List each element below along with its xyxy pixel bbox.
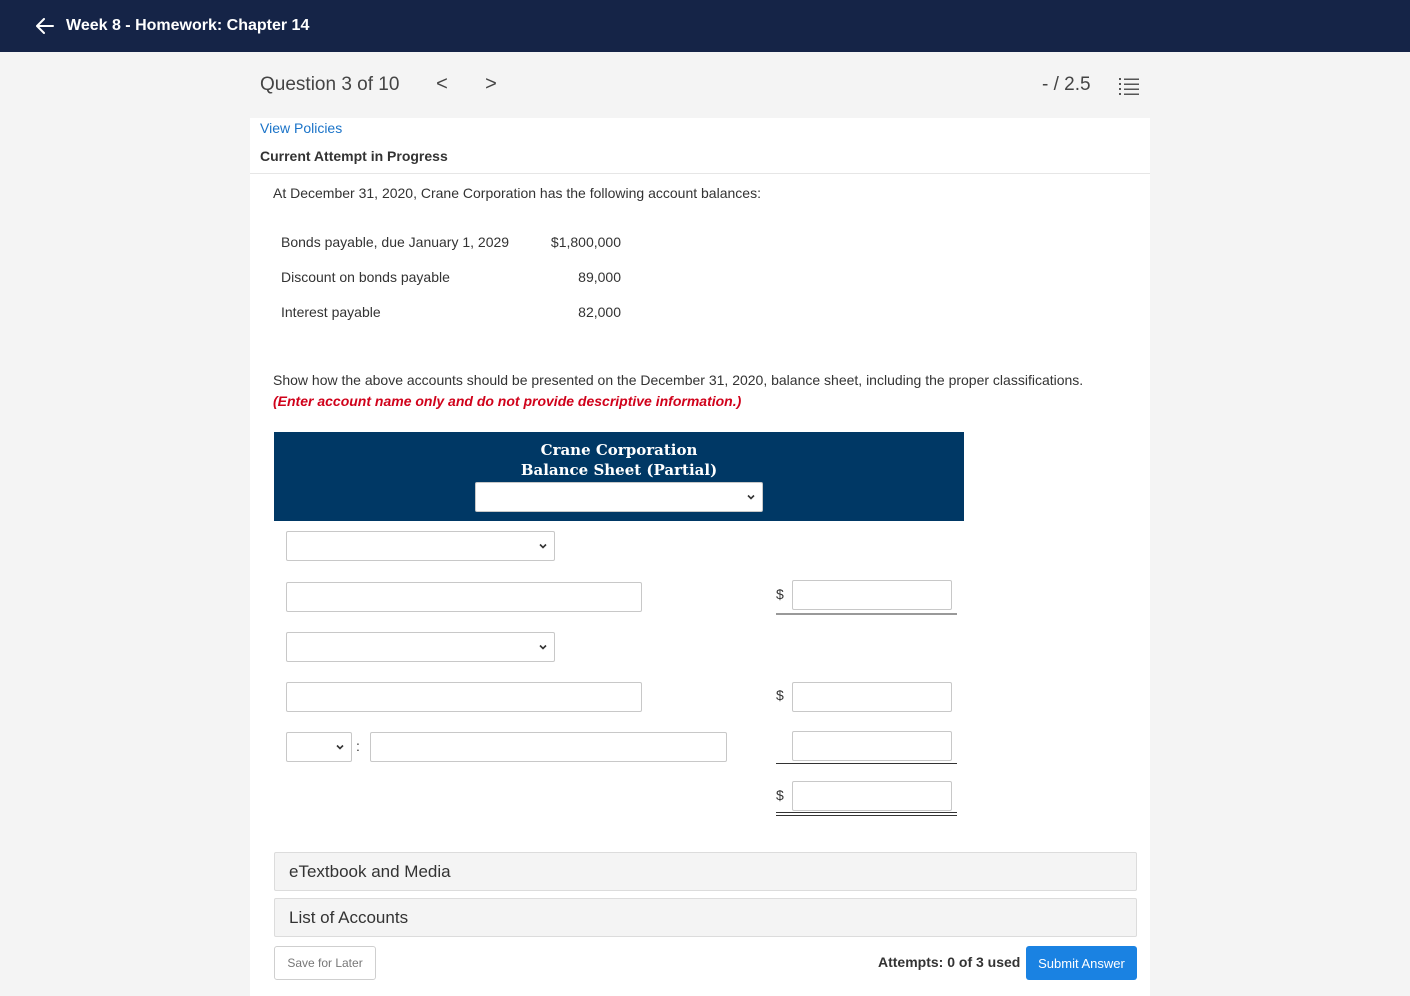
attempt-status: Current Attempt in Progress <box>260 148 448 164</box>
account-name-input[interactable] <box>286 682 642 712</box>
dollar-sign: $ <box>776 687 784 703</box>
chevron-down-icon <box>539 644 547 650</box>
account-name-input[interactable] <box>370 732 727 762</box>
list-of-accounts-panel[interactable]: List of Accounts <box>274 898 1137 937</box>
submit-answer-button[interactable]: Submit Answer <box>1026 946 1137 980</box>
company-name: Crane Corporation <box>540 441 698 459</box>
account-name-input[interactable] <box>286 582 642 612</box>
next-question-button[interactable]: > <box>481 73 501 96</box>
chevron-down-icon <box>539 543 547 549</box>
amount-input[interactable] <box>792 731 952 761</box>
total-amount-input[interactable] <box>792 781 952 811</box>
statement-title: Balance Sheet (Partial) <box>520 461 718 479</box>
attempts-counter: Attempts: 0 of 3 used <box>878 954 1021 970</box>
etextbook-label: eTextbook and Media <box>289 862 451 881</box>
question-score: - / 2.5 <box>1042 74 1091 95</box>
account-amount: $1,800,000 <box>550 234 621 250</box>
account-name: Interest payable <box>281 304 381 320</box>
classification-select[interactable] <box>286 531 555 561</box>
question-intro: At December 31, 2020, Crane Corporation … <box>273 185 761 201</box>
etextbook-panel[interactable]: eTextbook and Media <box>274 852 1137 891</box>
account-amount: 82,000 <box>578 304 621 320</box>
list-of-accounts-label: List of Accounts <box>289 908 409 927</box>
assignment-title: Week 8 - Homework: Chapter 14 <box>66 17 310 34</box>
save-for-later-button[interactable]: Save for Later <box>274 946 376 980</box>
account-name: Discount on bonds payable <box>281 269 450 285</box>
account-amount: 89,000 <box>578 269 621 285</box>
view-policies-link[interactable]: View Policies <box>260 120 342 136</box>
list-icon[interactable] <box>1118 76 1140 96</box>
balance-sheet-header: Crane Corporation Balance Sheet (Partial… <box>274 432 964 521</box>
divider <box>250 173 1150 174</box>
top-bar: Week 8 - Homework: Chapter 14 <box>0 0 1410 52</box>
underline <box>776 763 957 764</box>
back-button[interactable] <box>30 11 60 41</box>
colon: : <box>356 738 360 754</box>
amount-input[interactable] <box>792 580 952 610</box>
chevron-down-icon <box>336 744 344 750</box>
double-underline <box>776 812 957 816</box>
question-nav: Question 3 of 10 < > - / 2.5 <box>0 52 1410 118</box>
amount-input[interactable] <box>792 682 952 712</box>
underline <box>776 613 957 615</box>
account-name: Bonds payable, due January 1, 2029 <box>281 234 510 250</box>
question-hint: (Enter account name only and do not prov… <box>273 393 742 409</box>
dollar-sign: $ <box>776 787 784 803</box>
arrow-left-icon <box>36 18 54 34</box>
question-content: View Policies Current Attempt in Progres… <box>250 118 1150 996</box>
question-instructions: Show how the above accounts should be pr… <box>273 372 1084 388</box>
chevron-down-icon <box>747 494 755 500</box>
prev-question-button[interactable]: < <box>432 73 452 96</box>
date-select[interactable] <box>475 482 763 512</box>
operator-select[interactable] <box>286 732 352 762</box>
question-number: Question 3 of 10 <box>260 74 400 95</box>
dollar-sign: $ <box>776 586 784 602</box>
classification-select[interactable] <box>286 632 555 662</box>
